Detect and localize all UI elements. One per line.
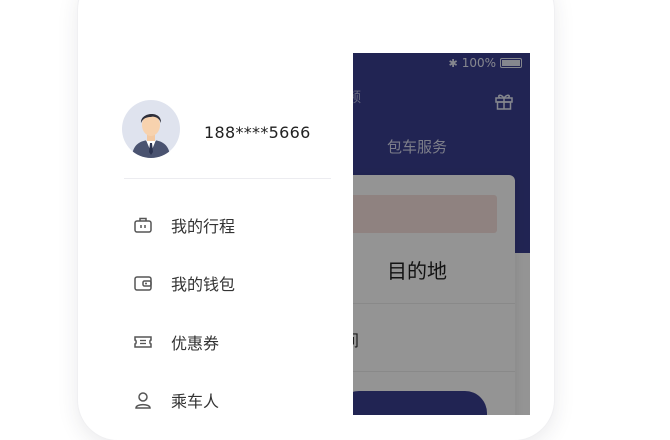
- coupon-icon: [134, 336, 152, 348]
- menu-item-my-wallet[interactable]: 我的钱包: [102, 261, 353, 305]
- menu-item-label: 我的行程: [171, 217, 236, 236]
- menu-item-coupons[interactable]: 优惠券: [102, 320, 353, 364]
- menu-item-passengers[interactable]: 乘车人: [102, 378, 353, 415]
- wallet-icon: [134, 276, 152, 291]
- briefcase-icon: [134, 217, 152, 233]
- menu-item-my-trips[interactable]: 我的行程: [102, 203, 353, 247]
- menu-item-label: 优惠券: [171, 334, 220, 353]
- user-phone-number: 188****5666: [204, 123, 311, 142]
- user-avatar-icon: [132, 113, 170, 158]
- phone-screen: ✱ 100% 频 包车服务 目的地 对间: [102, 53, 530, 415]
- passenger-icon: [135, 392, 151, 409]
- menu-item-label: 乘车人: [171, 392, 220, 411]
- side-drawer: 188****5666 我的行程 我的钱包 优惠券 乘车人: [102, 53, 353, 415]
- avatar[interactable]: [122, 100, 180, 158]
- menu-item-label: 我的钱包: [171, 275, 236, 294]
- drawer-divider: [124, 178, 331, 179]
